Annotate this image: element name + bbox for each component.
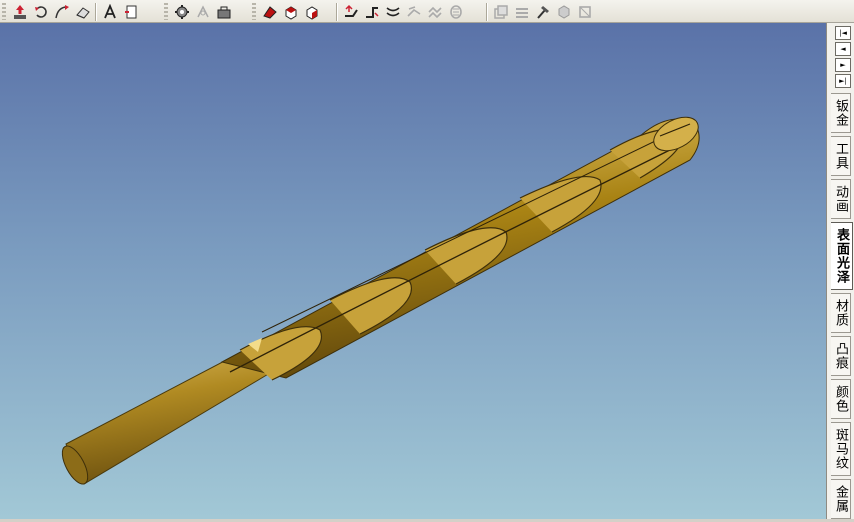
toolbar-group-5 <box>484 1 595 22</box>
sheet-flatten-icon[interactable] <box>382 2 403 22</box>
tool-chest-icon[interactable] <box>213 2 234 22</box>
tab-zebra[interactable]: 斑马纹 <box>831 422 851 476</box>
curve-arrow-icon[interactable] <box>51 2 72 22</box>
copy-disabled-icon[interactable] <box>490 2 511 22</box>
tab-material[interactable]: 材质 <box>831 293 851 333</box>
sheet-stretch-disabled-icon[interactable] <box>403 2 424 22</box>
first-tab-button[interactable]: |◄ <box>835 26 851 40</box>
text-a-icon[interactable] <box>99 2 120 22</box>
tab-surface-finish[interactable]: 表面光泽 <box>831 222 853 290</box>
stack-disabled-icon[interactable] <box>511 2 532 22</box>
sheet-pattern-disabled-icon[interactable] <box>424 2 445 22</box>
move-up-icon[interactable] <box>9 2 30 22</box>
eraser-icon[interactable] <box>72 2 93 22</box>
3d-viewport[interactable] <box>0 23 826 519</box>
sheet-fold-icon[interactable] <box>361 2 382 22</box>
tab-metal[interactable]: 金属 <box>831 479 851 519</box>
tab-tools[interactable]: 工具 <box>831 136 851 176</box>
toolbar-separator <box>486 2 488 21</box>
toolbar-separator <box>336 2 338 21</box>
red-cube-side-icon[interactable] <box>301 2 322 22</box>
sheet-roll-disabled-icon[interactable] <box>445 2 466 22</box>
toolbar-grip[interactable] <box>164 3 168 20</box>
right-panel: |◄ ◄ ► ►| 钣金 工具 动画 表面光泽 材质 凸痕 颜色 斑马纹 金属 <box>826 23 854 519</box>
last-tab-button[interactable]: ►| <box>835 74 851 88</box>
frame-disabled-icon[interactable] <box>574 2 595 22</box>
tab-sheet-metal[interactable]: 钣金 <box>831 93 851 133</box>
toolbar-grip[interactable] <box>2 3 6 20</box>
toolbar-group-3 <box>252 1 322 22</box>
red-face-icon[interactable] <box>259 2 280 22</box>
drill-flutes <box>220 116 700 381</box>
page-tool-icon[interactable] <box>120 2 141 22</box>
hammer-icon[interactable] <box>532 2 553 22</box>
prev-tab-button[interactable]: ◄ <box>835 42 851 56</box>
rotate-icon[interactable] <box>30 2 51 22</box>
main-toolbar <box>0 0 854 23</box>
tab-navigation: |◄ ◄ ► ►| <box>835 26 851 90</box>
tab-color[interactable]: 颜色 <box>831 379 851 419</box>
toolbar-group-4 <box>334 1 466 22</box>
tab-bump[interactable]: 凸痕 <box>831 336 851 376</box>
tab-animation[interactable]: 动画 <box>831 179 851 219</box>
toolbar-grip[interactable] <box>252 3 256 20</box>
cube-disabled-icon[interactable] <box>553 2 574 22</box>
next-tab-button[interactable]: ► <box>835 58 851 72</box>
toolbar-group-1 <box>2 1 141 22</box>
drill-bit-model[interactable] <box>0 23 826 519</box>
sheet-bend-icon[interactable] <box>340 2 361 22</box>
red-cube-face-icon[interactable] <box>280 2 301 22</box>
catalog-tabs: 钣金 工具 动画 表面光泽 材质 凸痕 颜色 斑马纹 金属 <box>831 93 853 522</box>
toolbar-separator <box>95 2 97 21</box>
gear-tool-icon[interactable] <box>171 2 192 22</box>
toolbar-group-2 <box>164 1 234 22</box>
assembly-disabled-icon[interactable] <box>192 2 213 22</box>
